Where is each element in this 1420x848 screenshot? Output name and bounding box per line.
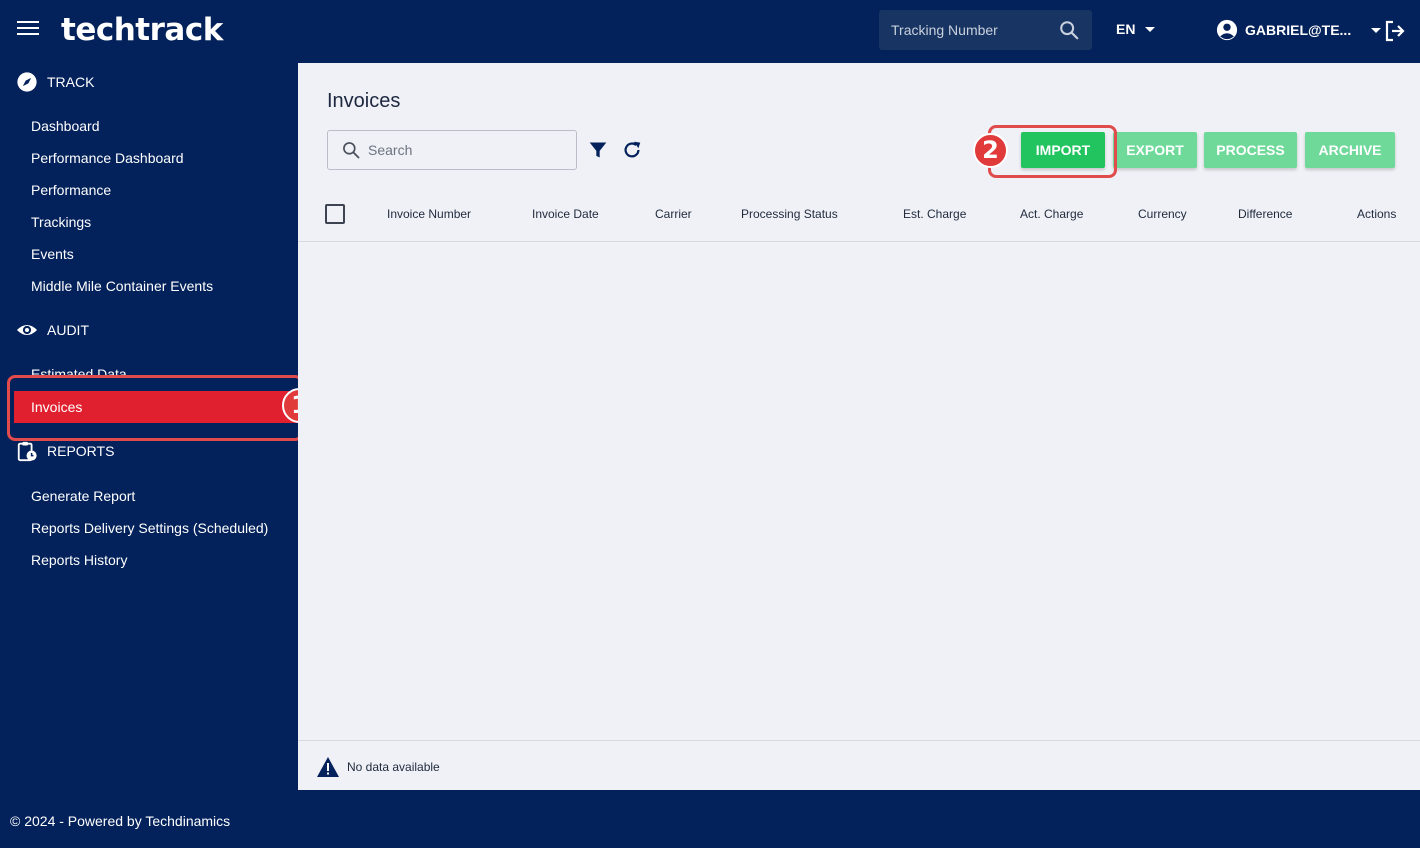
footer-copyright: © 2024 - Powered by Techdinamics xyxy=(10,813,231,829)
column-header[interactable]: Est. Charge xyxy=(903,207,966,221)
column-header[interactable]: Currency xyxy=(1138,207,1187,221)
column-header[interactable]: Processing Status xyxy=(741,207,838,221)
column-header[interactable]: Carrier xyxy=(655,207,692,221)
sidebar-item-reports-history[interactable]: Reports History xyxy=(0,544,298,576)
chevron-down-icon xyxy=(1371,27,1382,33)
language-selector[interactable]: EN xyxy=(1116,21,1156,37)
sidebar-item-middle-mile[interactable]: Middle Mile Container Events xyxy=(0,270,298,302)
clipboard-clock-icon xyxy=(17,441,37,462)
sidebar-item-performance-dashboard[interactable]: Performance Dashboard xyxy=(0,142,298,174)
sidebar-item-reports-delivery[interactable]: Reports Delivery Settings (Scheduled) xyxy=(0,512,298,544)
tracking-number-input[interactable] xyxy=(879,10,1049,50)
column-header[interactable]: Act. Charge xyxy=(1020,207,1083,221)
select-all-checkbox[interactable] xyxy=(325,204,345,224)
column-header[interactable]: Invoice Date xyxy=(532,207,599,221)
logout-icon[interactable] xyxy=(1383,19,1407,43)
sidebar-item-estimated-data[interactable]: Estimated Data xyxy=(31,363,127,377)
language-label: EN xyxy=(1116,21,1136,37)
empty-state-message: No data available xyxy=(347,760,440,774)
sidebar-item-invoices[interactable]: Invoices xyxy=(14,391,301,423)
sidebar: TRACK Dashboard Performance Dashboard Pe… xyxy=(0,63,317,790)
app-logo[interactable]: techtrack xyxy=(61,12,223,48)
import-button[interactable]: IMPORT xyxy=(1021,132,1105,168)
search-input[interactable] xyxy=(368,131,568,169)
menu-icon[interactable] xyxy=(17,21,39,39)
column-header[interactable]: Invoice Number xyxy=(387,207,471,221)
section-track[interactable]: TRACK xyxy=(16,71,94,93)
sidebar-item-trackings[interactable]: Trackings xyxy=(0,206,298,238)
tracking-search xyxy=(879,10,1092,50)
refresh-icon[interactable] xyxy=(621,139,643,161)
page-title: Invoices xyxy=(327,90,401,112)
sidebar-item-dashboard[interactable]: Dashboard xyxy=(0,110,298,142)
main-content: Invoices IMPORT EXPORT PROCESS ARCHIVE 2… xyxy=(298,63,1420,790)
export-button[interactable]: EXPORT xyxy=(1113,132,1197,168)
account-circle-icon xyxy=(1216,19,1238,41)
user-menu[interactable]: GABRIEL@TE... xyxy=(1216,19,1382,41)
column-header[interactable]: Difference xyxy=(1238,207,1292,221)
section-audit[interactable]: AUDIT xyxy=(16,319,89,341)
chevron-down-icon xyxy=(1145,26,1156,32)
archive-button[interactable]: ARCHIVE xyxy=(1305,132,1395,168)
column-header: Actions xyxy=(1357,207,1397,221)
warning-icon xyxy=(317,757,339,777)
process-button[interactable]: PROCESS xyxy=(1204,132,1297,168)
table-header: Invoice Number Invoice Date Carrier Proc… xyxy=(298,193,1420,242)
table-footer: No data available xyxy=(298,740,1420,790)
eye-icon xyxy=(16,324,38,336)
section-title: REPORTS xyxy=(47,443,115,459)
sidebar-item-performance[interactable]: Performance xyxy=(0,174,298,206)
section-title: AUDIT xyxy=(47,322,89,338)
compass-icon xyxy=(17,72,37,92)
search-icon xyxy=(343,142,360,159)
top-bar: techtrack EN GABRIEL@TE... xyxy=(0,0,1420,63)
filter-icon[interactable] xyxy=(588,140,608,160)
user-email: GABRIEL@TE... xyxy=(1245,22,1352,38)
section-reports[interactable]: REPORTS xyxy=(16,440,114,462)
step-badge-2: 2 xyxy=(973,133,1008,168)
search-field xyxy=(327,130,577,170)
sidebar-item-generate-report[interactable]: Generate Report xyxy=(0,480,298,512)
search-icon[interactable] xyxy=(1058,19,1080,41)
sidebar-item-events[interactable]: Events xyxy=(0,238,298,270)
section-title: TRACK xyxy=(47,74,95,90)
